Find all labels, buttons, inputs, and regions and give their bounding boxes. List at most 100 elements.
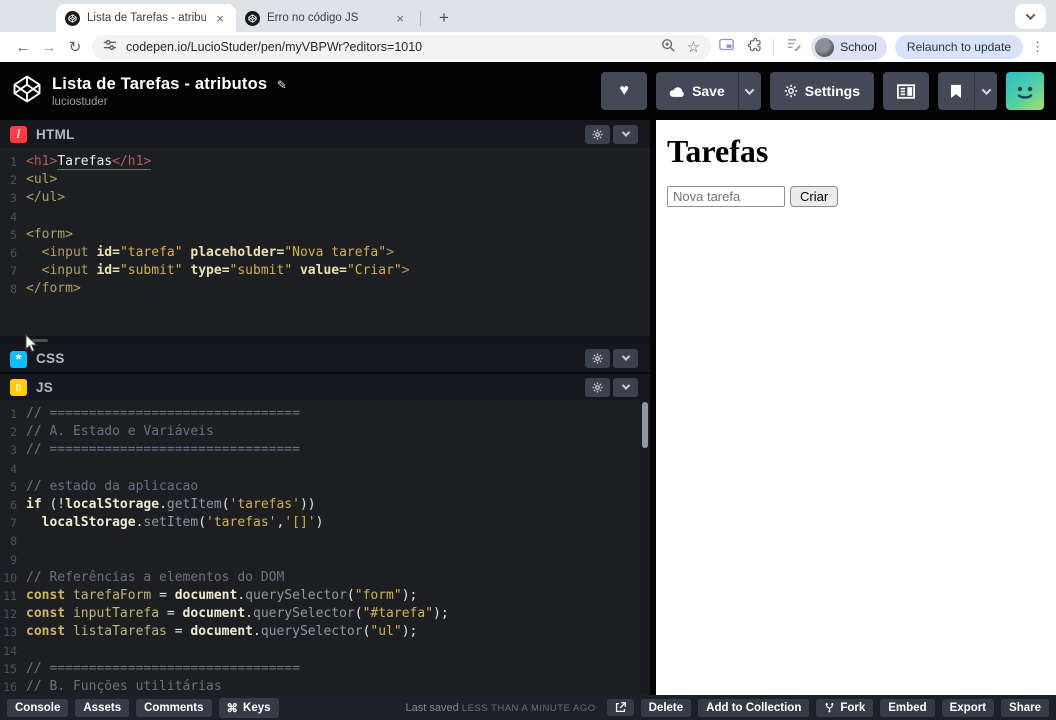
site-info-icon[interactable] (103, 38, 117, 57)
code-line[interactable]: 7 <input id="submit" type="submit" value… (0, 262, 650, 280)
code-line[interactable]: 10// Referências a elementos do DOM (0, 569, 650, 587)
back-button[interactable]: ← (10, 39, 36, 56)
assets-button[interactable]: Assets (75, 698, 130, 717)
share-button[interactable]: Share (1001, 698, 1049, 717)
codepen-logo-icon[interactable] (12, 74, 42, 109)
workspace: / HTML 1 <h1>Tarefas</h1> 2 <ul> 3 </ul> 4 5 <fo… (0, 120, 1056, 695)
tab-title: Erro no código JS (267, 12, 359, 24)
new-tab-button[interactable]: + (433, 8, 455, 28)
code-line[interactable]: 13 const listaTarefas = document.querySel… (0, 623, 650, 641)
last-saved-status: Last saved LESS THAN A MINUTE AGO (406, 702, 596, 714)
html-collapse-button[interactable] (613, 124, 638, 144)
forward-button[interactable]: → (36, 39, 62, 56)
js-settings-button[interactable] (585, 377, 610, 397)
browser-tab-inactive[interactable]: Erro no código JS × (236, 4, 416, 32)
html-panel-icon: / (10, 125, 27, 143)
code-line[interactable]: 2// A. Estado e Variáveis (0, 423, 650, 441)
html-panel-header[interactable]: / HTML (0, 120, 650, 148)
tab-title: Lista de Tarefas - atributos (87, 12, 207, 24)
like-button[interactable]: ♥ (601, 72, 648, 110)
profile-avatar (815, 37, 835, 57)
code-line[interactable]: 1 <h1>Tarefas</h1> (0, 153, 650, 171)
css-panel-header[interactable]: * CSS (0, 344, 650, 372)
pen-author[interactable]: luciostuder (52, 96, 287, 108)
code-line[interactable]: 1// ================================ (0, 405, 650, 423)
fork-button[interactable]: Fork (816, 698, 874, 717)
code-line[interactable]: 6 if (!localStorage.getItem('tarefas')) (0, 496, 650, 514)
code-line[interactable]: 2 <ul> (0, 171, 650, 189)
code-line[interactable]: 9 (0, 551, 650, 569)
tab-close-icon[interactable]: × (393, 11, 407, 26)
code-line[interactable]: 14 (0, 642, 650, 660)
code-line[interactable]: 11 const tarefaForm = document.querySelec… (0, 587, 650, 605)
reading-list-icon[interactable] (786, 37, 802, 57)
save-button[interactable]: Save (656, 72, 738, 110)
browser-tabstrip: Lista de Tarefas - atributos × Erro no c… (0, 0, 1056, 32)
code-line[interactable]: 3 </ul> (0, 189, 650, 207)
embed-button[interactable]: Embed (880, 698, 935, 717)
url-text[interactable]: codepen.io/LucioStuder/pen/myVBPWr?edito… (126, 40, 422, 54)
save-button-group: Save (656, 72, 761, 110)
html-code-editor[interactable]: 1 <h1>Tarefas</h1> 2 <ul> 3 </ul> 4 5 <form> 6 <i… (0, 148, 650, 336)
js-code-editor[interactable]: 1// ================================ 2// … (0, 400, 650, 695)
delete-button[interactable]: Delete (640, 698, 692, 717)
code-line[interactable]: 4 (0, 460, 650, 478)
keys-button[interactable]: ⌘ Keys (218, 697, 279, 718)
browser-menu-icon[interactable]: ⋮ (1029, 39, 1046, 55)
change-view-button[interactable] (883, 72, 929, 110)
relaunch-to-update-button[interactable]: Relaunch to update (894, 35, 1023, 59)
code-line[interactable]: 8 (0, 532, 650, 550)
js-panel-header[interactable]: () JS (0, 374, 650, 400)
code-line[interactable]: 4 (0, 208, 650, 226)
zoom-icon[interactable] (661, 38, 675, 57)
code-line[interactable]: 12 const inputTarefa = document.querySele… (0, 605, 650, 623)
css-settings-button[interactable] (585, 348, 610, 368)
console-button[interactable]: Console (7, 698, 69, 717)
code-line[interactable]: 7 localStorage.setItem('tarefas','[]') (0, 514, 650, 532)
editor-column: / HTML 1 <h1>Tarefas</h1> 2 <ul> 3 </ul> 4 5 <fo… (0, 120, 650, 695)
new-task-input[interactable] (667, 186, 785, 207)
code-line[interactable]: 15// ================================ (0, 660, 650, 678)
panel-resize-handle[interactable] (0, 336, 650, 344)
bookmark-star-icon[interactable]: ☆ (687, 40, 700, 55)
bookmark-button[interactable] (938, 72, 974, 110)
edit-title-icon[interactable]: ✎ (277, 78, 287, 92)
settings-button[interactable]: Settings (769, 72, 874, 110)
tab-search-button[interactable] (1015, 4, 1046, 29)
layout-view-icon (897, 83, 915, 99)
create-task-button[interactable]: Criar (790, 186, 839, 207)
css-panel-label: CSS (36, 350, 65, 366)
code-line[interactable]: 6 <input id="tarefa" placeholder="Nova t… (0, 244, 650, 262)
html-settings-button[interactable] (585, 124, 610, 144)
save-label: Save (692, 83, 725, 99)
gear-icon (784, 84, 798, 98)
last-saved-time: LESS THAN A MINUTE AGO (461, 702, 596, 714)
address-bar[interactable]: codepen.io/LucioStuder/pen/myVBPWr?edito… (92, 34, 712, 60)
user-avatar[interactable] (1006, 72, 1044, 110)
css-collapse-button[interactable] (613, 348, 638, 368)
reload-button[interactable]: ↻ (62, 38, 88, 56)
bottom-bar: Console Assets Comments ⌘ Keys Last save… (0, 695, 1056, 720)
comments-button[interactable]: Comments (136, 698, 212, 717)
code-line[interactable]: 16// B. Funções utilitárias (0, 678, 650, 695)
browser-toolbar: ← → ↻ codepen.io/LucioStuder/pen/myVBPWr… (0, 32, 1056, 62)
codepen-favicon (245, 10, 260, 26)
code-line[interactable]: 8 </form> (0, 280, 650, 298)
tab-close-icon[interactable]: × (213, 11, 227, 26)
bookmark-dropdown-button[interactable] (974, 72, 997, 110)
pip-extension-icon[interactable] (719, 38, 735, 56)
js-collapse-button[interactable] (613, 377, 638, 397)
export-button[interactable]: Export (941, 698, 995, 717)
browser-tab-active[interactable]: Lista de Tarefas - atributos × (56, 4, 236, 32)
open-live-view-button[interactable] (606, 699, 634, 716)
code-line[interactable]: 5// estado da aplicacao (0, 478, 650, 496)
profile-chip[interactable]: School (811, 34, 887, 60)
add-to-collection-button[interactable]: Add to Collection (698, 698, 810, 717)
js-panel-label: JS (36, 379, 54, 395)
save-dropdown-button[interactable] (737, 72, 761, 110)
scrollbar-thumb[interactable] (642, 402, 648, 448)
extensions-puzzle-icon[interactable] (746, 37, 761, 57)
heart-icon: ♥ (619, 82, 629, 99)
code-line[interactable]: 3// ================================ (0, 441, 650, 459)
code-line[interactable]: 5 <form> (0, 226, 650, 244)
